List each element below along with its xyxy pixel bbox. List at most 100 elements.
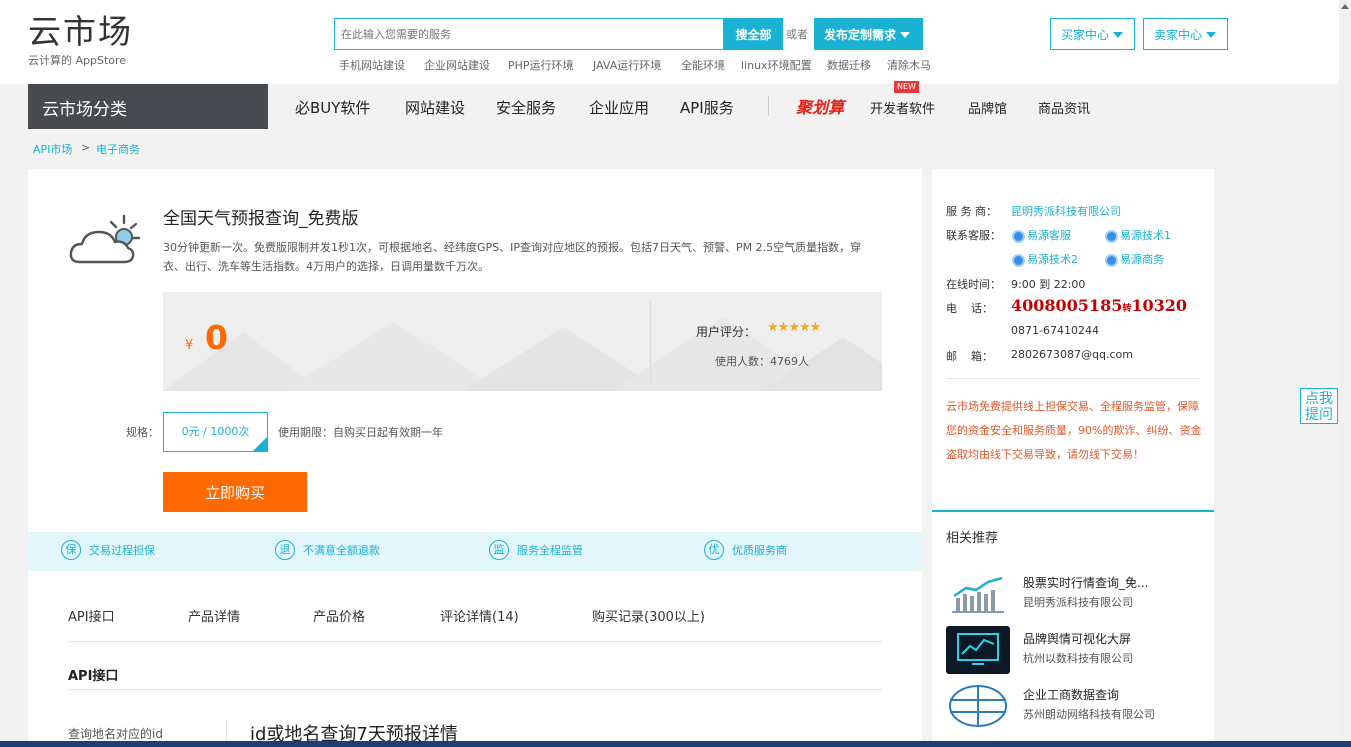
guarantee-text: 服务全程监管	[517, 544, 583, 557]
buy-now-button[interactable]: 立即购买	[163, 472, 307, 512]
nav-item-brand[interactable]: 品牌馆	[968, 98, 1007, 117]
provider-label: 服 务 商：	[946, 205, 997, 218]
hot-keyword[interactable]: JAVA运行环境	[593, 57, 661, 73]
guarantee-icon: 保	[61, 540, 81, 560]
cs-link[interactable]: 易源客服	[1012, 227, 1071, 243]
scroll-up-icon[interactable]	[1341, 4, 1349, 9]
recommend-item-name[interactable]: 股票实时行情查询_免...	[1023, 574, 1183, 591]
price-currency: ¥	[185, 338, 194, 353]
breadcrumb-current[interactable]: 电子商务	[96, 141, 140, 157]
taskbar	[0, 741, 1351, 747]
hot-keyword[interactable]: linux环境配置	[741, 57, 812, 73]
nav-item-enterprise[interactable]: 企业应用	[589, 97, 649, 118]
category-menu[interactable]: 云市场分类	[28, 84, 268, 129]
logo-title[interactable]: 云市场	[28, 14, 133, 50]
nav-item-website[interactable]: 网站建设	[405, 97, 465, 118]
api-list-item[interactable]: 查询地名对应的id	[68, 725, 163, 742]
chevron-down-icon	[900, 32, 911, 38]
hours-value: 9:00 到 22:00	[1011, 278, 1086, 291]
recommend-item-name[interactable]: 品牌舆情可视化大屏	[1023, 630, 1183, 647]
logo-subtitle: 云计算的 AppStore	[28, 54, 127, 67]
guarantee-text: 不满意全额退款	[303, 544, 380, 557]
provider-name-link[interactable]: 昆明秀派科技有限公司	[1011, 203, 1121, 219]
cs-name: 易源商务	[1120, 253, 1164, 266]
phone-number: 4008005185转10320	[1011, 296, 1187, 315]
new-badge: NEW	[894, 81, 919, 93]
rating-stars: ★★★★★	[767, 320, 821, 335]
buyer-center-button[interactable]: 买家中心	[1050, 18, 1135, 50]
spec-option-selected[interactable]: 0元 / 1000次	[163, 412, 268, 452]
cs-name: 易源客服	[1027, 229, 1071, 242]
guarantee-text: 交易过程担保	[89, 544, 155, 557]
tab-price[interactable]: 产品价格	[313, 606, 365, 625]
product-description: 30分钟更新一次。免费版限制并发1秒1次，可根据地名、经纬度GPS、IP查询对应…	[163, 241, 862, 273]
hot-keyword[interactable]: PHP运行环境	[508, 57, 574, 73]
section-divider	[68, 689, 882, 690]
phone-ext-label: 转	[1122, 304, 1132, 314]
email-label: 邮 箱：	[946, 350, 993, 363]
guarantee-text: 优质服务商	[732, 544, 787, 557]
recommend-item-company: 昆明秀派科技有限公司	[1023, 596, 1133, 609]
guarantee-item: 优优质服务商	[704, 540, 787, 560]
spec-label: 规格：	[126, 426, 159, 439]
nav-item-must-buy[interactable]: 必BUY软件	[295, 97, 370, 118]
chat-icon	[1105, 229, 1118, 243]
cs-name: 易源技术1	[1120, 229, 1171, 242]
validity-text: 使用期限：自购买日起有效期一年	[278, 426, 443, 439]
hot-keyword[interactable]: 清除木马	[887, 57, 931, 73]
nav-item-api[interactable]: API服务	[680, 97, 734, 118]
recommend-title: 相关推荐	[946, 531, 999, 546]
seller-center-button[interactable]: 卖家中心	[1143, 18, 1228, 50]
refund-icon: 退	[275, 540, 295, 560]
selected-check-icon	[253, 437, 267, 451]
price-box-pattern	[163, 317, 882, 391]
weather-cloud-icon	[69, 214, 141, 264]
enterprise-data-icon[interactable]	[946, 682, 1010, 730]
info-divider	[946, 378, 1200, 379]
cs-link[interactable]: 易源商务	[1105, 251, 1164, 267]
hot-keyword[interactable]: 全能环境	[681, 57, 725, 73]
phone-alt: 0871-67410244	[1011, 324, 1099, 337]
tab-purchase-records[interactable]: 购买记录(300以上)	[592, 606, 705, 625]
cs-link[interactable]: 易源技术1	[1105, 227, 1171, 243]
nav-divider	[768, 96, 769, 116]
hot-keyword[interactable]: 企业网站建设	[424, 57, 490, 73]
recommend-item-company: 杭州以数科技有限公司	[1023, 652, 1133, 665]
search-input[interactable]	[334, 18, 724, 50]
api-section-title: API接口	[68, 669, 119, 684]
or-text: 或者	[786, 28, 808, 41]
rating-label: 用户评分：	[696, 325, 757, 339]
ask-question-button[interactable]: 点我提问	[1300, 388, 1338, 424]
search-all-button[interactable]: 搜全部	[724, 18, 783, 50]
vertical-scrollbar[interactable]	[1339, 0, 1351, 741]
guarantee-item: 退不满意全额退款	[275, 540, 380, 560]
stock-chart-icon[interactable]	[946, 570, 1010, 618]
quality-icon: 优	[704, 540, 724, 560]
publish-request-button[interactable]: 发布定制需求	[814, 18, 923, 50]
chevron-down-icon	[1206, 32, 1217, 38]
product-title: 全国天气预报查询_免费版	[163, 209, 359, 229]
nav-item-news[interactable]: 商品资讯	[1038, 98, 1090, 117]
tab-product-detail[interactable]: 产品详情	[188, 606, 240, 625]
safety-notice: 云市场免费提供线上担保交易、全程服务监管，保障您的资金安全和服务质量，90%的欺…	[946, 400, 1202, 461]
chevron-down-icon	[1113, 32, 1124, 38]
tab-api[interactable]: API接口	[68, 606, 115, 625]
nav-item-security[interactable]: 安全服务	[496, 97, 556, 118]
price-box	[163, 292, 882, 391]
nav-item-developer[interactable]: 开发者软件	[870, 98, 935, 117]
hot-keyword[interactable]: 手机网站建设	[339, 57, 405, 73]
monitor-chart-icon[interactable]	[946, 626, 1010, 674]
seller-center-label: 卖家中心	[1154, 27, 1203, 42]
guarantee-bar	[28, 532, 922, 571]
tab-reviews[interactable]: 评论详情(14)	[440, 606, 519, 625]
hot-keyword[interactable]: 数据迁移	[827, 57, 871, 73]
supervision-icon: 监	[489, 540, 509, 560]
cs-name: 易源技术2	[1027, 253, 1078, 266]
cs-link[interactable]: 易源技术2	[1012, 251, 1078, 267]
breadcrumb-root[interactable]: API市场	[33, 141, 72, 157]
recommend-item-name[interactable]: 企业工商数据查询	[1023, 686, 1183, 703]
chat-icon	[1012, 229, 1025, 243]
price-divider	[650, 300, 651, 384]
promo-logo[interactable]: 聚划算	[796, 94, 844, 118]
tabs-divider	[68, 641, 882, 642]
